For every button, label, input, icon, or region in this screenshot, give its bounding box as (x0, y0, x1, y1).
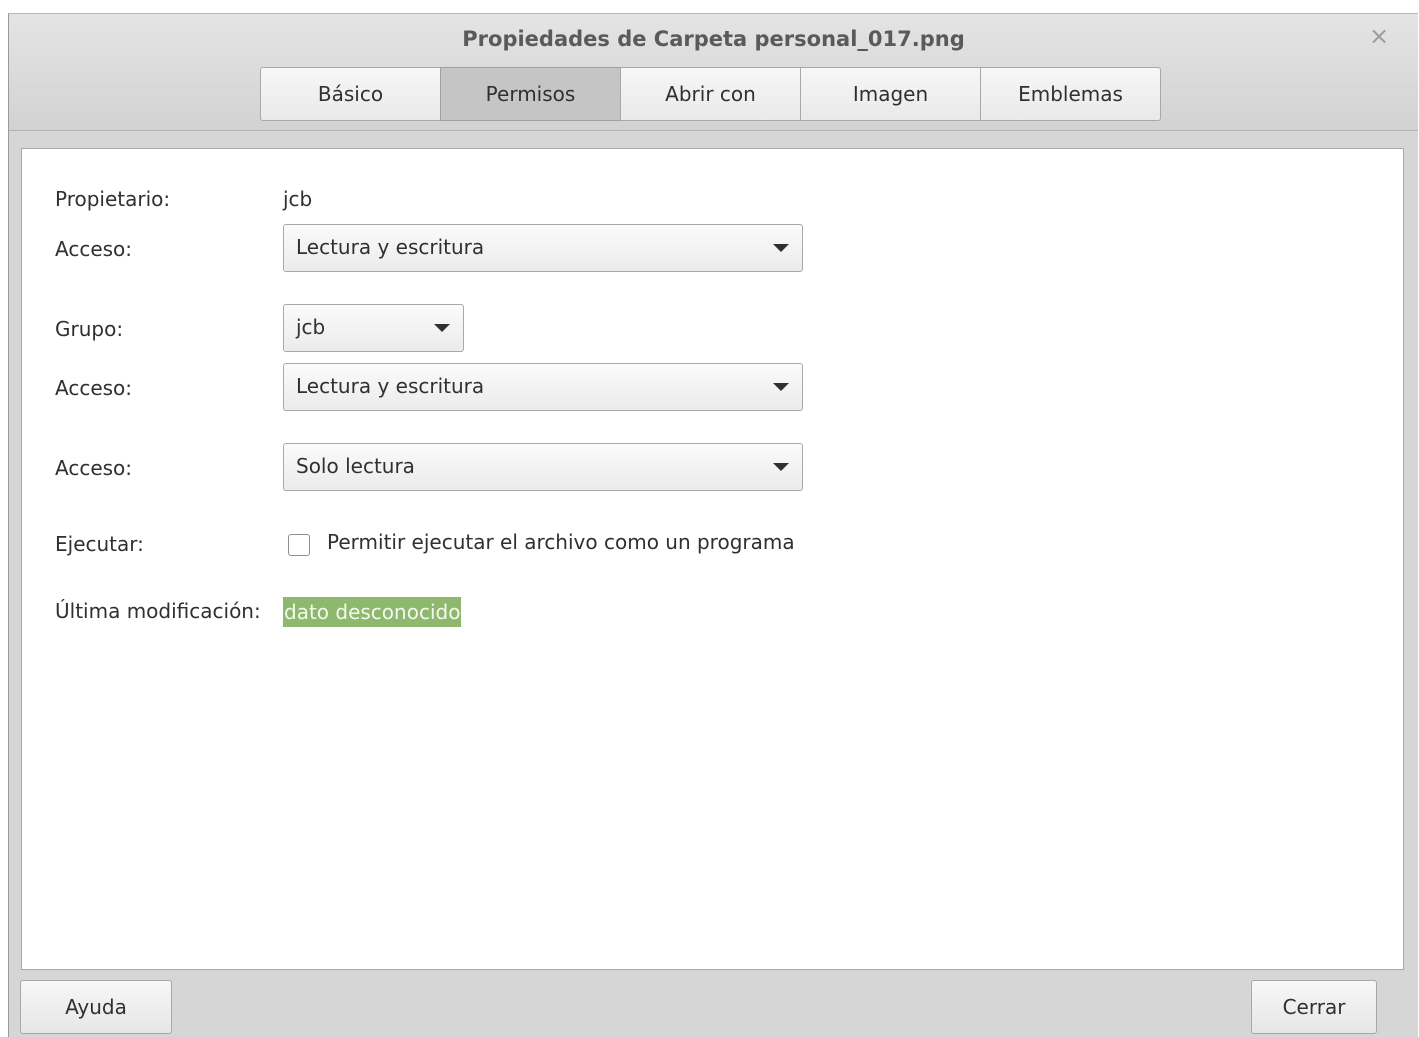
group-access-value: Lectura y escritura (296, 374, 485, 398)
group-value: jcb (296, 315, 326, 339)
dropdown-arrow-icon (773, 244, 789, 252)
execute-checkbox[interactable] (288, 534, 310, 556)
others-access-label: Acceso: (55, 456, 133, 480)
others-access-value: Solo lectura (296, 454, 415, 478)
dropdown-arrow-icon (773, 463, 789, 471)
properties-dialog: Propiedades de Carpeta personal_017.png … (8, 13, 1418, 1037)
modified-value: dato desconocido (283, 597, 462, 627)
window-title: Propiedades de Carpeta personal_017.png (462, 27, 965, 51)
permissions-panel: Propietario: jcb Acceso: Lectura y escri… (21, 148, 1404, 970)
owner-access-value: Lectura y escritura (296, 235, 485, 259)
group-label: Grupo: (55, 317, 124, 341)
dropdown-arrow-icon (773, 383, 789, 391)
owner-value: jcb (283, 187, 313, 211)
owner-label: Propietario: (55, 187, 171, 211)
title-bar: Propiedades de Carpeta personal_017.png … (9, 14, 1418, 131)
owner-access-dropdown[interactable]: Lectura y escritura (283, 224, 803, 272)
help-button[interactable]: Ayuda (20, 980, 172, 1034)
tab-imagen[interactable]: Imagen (800, 67, 981, 121)
execute-label: Ejecutar: (55, 532, 144, 556)
dropdown-arrow-icon (434, 324, 450, 332)
tab-basico[interactable]: Básico (260, 67, 441, 121)
execute-checkbox-label[interactable]: Permitir ejecutar el archivo como un pro… (327, 530, 795, 554)
tab-abrir-con[interactable]: Abrir con (620, 67, 801, 121)
tab-emblemas[interactable]: Emblemas (980, 67, 1161, 121)
modified-label: Última modificación: (55, 599, 261, 623)
others-access-dropdown[interactable]: Solo lectura (283, 443, 803, 491)
owner-access-label: Acceso: (55, 237, 133, 261)
group-dropdown[interactable]: jcb (283, 304, 464, 352)
tab-bar: Básico Permisos Abrir con Imagen Emblema… (260, 67, 1161, 121)
close-button[interactable]: Cerrar (1251, 980, 1377, 1034)
tab-permisos[interactable]: Permisos (440, 67, 621, 121)
close-icon[interactable]: × (1366, 23, 1392, 49)
group-access-dropdown[interactable]: Lectura y escritura (283, 363, 803, 411)
group-access-label: Acceso: (55, 376, 133, 400)
